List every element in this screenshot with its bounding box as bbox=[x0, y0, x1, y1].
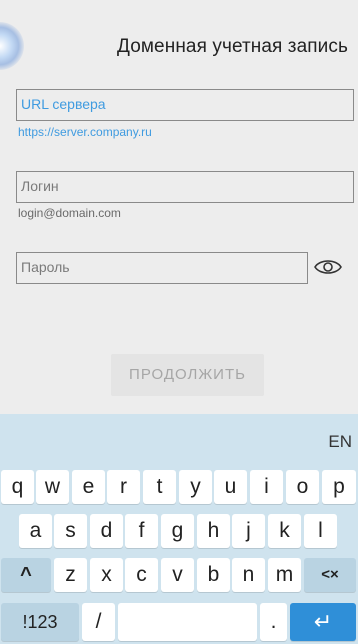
key-m[interactable]: m bbox=[268, 558, 301, 592]
login-screen: Доменная учетная запись URL сервера http… bbox=[0, 0, 358, 644]
key-n[interactable]: n bbox=[232, 558, 265, 592]
key-c[interactable]: c bbox=[125, 558, 158, 592]
key-p[interactable]: p bbox=[322, 470, 356, 504]
server-url-hint: https://server.company.ru bbox=[18, 125, 152, 139]
key-s[interactable]: s bbox=[54, 514, 87, 548]
key-u[interactable]: u bbox=[214, 470, 247, 504]
key-a[interactable]: a bbox=[19, 514, 52, 548]
key-o[interactable]: o bbox=[286, 470, 319, 504]
key-i[interactable]: i bbox=[250, 470, 283, 504]
login-placeholder: Логин bbox=[21, 178, 59, 194]
key-k[interactable]: k bbox=[268, 514, 301, 548]
server-url-placeholder: URL сервера bbox=[21, 96, 106, 112]
period-key[interactable]: . bbox=[260, 603, 287, 641]
shift-key[interactable]: ^ bbox=[1, 558, 51, 592]
login-hint: login@domain.com bbox=[18, 206, 121, 220]
key-r[interactable]: r bbox=[107, 470, 140, 504]
spacebar-key[interactable] bbox=[118, 603, 257, 641]
key-q[interactable]: q bbox=[1, 470, 34, 504]
backspace-key[interactable]: <× bbox=[304, 558, 356, 592]
key-j[interactable]: j bbox=[232, 514, 265, 548]
key-b[interactable]: b bbox=[197, 558, 230, 592]
key-y[interactable]: y bbox=[179, 470, 212, 504]
keyboard-language-label[interactable]: EN bbox=[328, 432, 352, 452]
key-e[interactable]: e bbox=[72, 470, 105, 504]
key-w[interactable]: w bbox=[36, 470, 69, 504]
key-x[interactable]: x bbox=[90, 558, 123, 592]
symbols-key[interactable]: !123 bbox=[1, 603, 79, 641]
glow-decoration bbox=[0, 22, 24, 70]
show-password-eye-icon[interactable] bbox=[312, 254, 344, 280]
key-t[interactable]: t bbox=[143, 470, 176, 504]
page-title: Доменная учетная запись bbox=[117, 36, 348, 57]
server-url-input[interactable]: URL сервера bbox=[16, 89, 354, 121]
key-z[interactable]: z bbox=[54, 558, 87, 592]
password-placeholder: Пароль bbox=[21, 259, 70, 275]
key-d[interactable]: d bbox=[90, 514, 123, 548]
login-input[interactable]: Логин bbox=[16, 171, 354, 203]
key-f[interactable]: f bbox=[125, 514, 158, 548]
slash-key[interactable]: / bbox=[82, 603, 115, 641]
on-screen-keyboard: EN q w e r t y u i o p a s d f g h j k l… bbox=[0, 414, 358, 644]
key-g[interactable]: g bbox=[161, 514, 194, 548]
key-l[interactable]: l bbox=[304, 514, 337, 548]
enter-key[interactable]: ↵ bbox=[290, 603, 356, 641]
key-h[interactable]: h bbox=[197, 514, 230, 548]
header: Доменная учетная запись bbox=[0, 0, 358, 80]
password-input[interactable]: Пароль bbox=[16, 252, 308, 284]
continue-button[interactable]: ПРОДОЛЖИТЬ bbox=[111, 354, 264, 396]
key-v[interactable]: v bbox=[161, 558, 194, 592]
